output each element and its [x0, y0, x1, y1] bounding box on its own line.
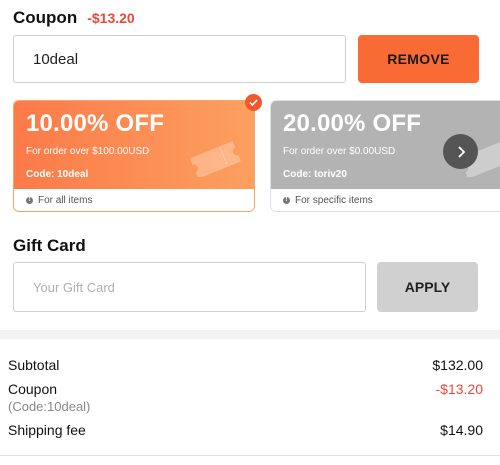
- coupon-card-body: 10.00% OFF For order over $100.00USD Cod…: [14, 101, 254, 189]
- coupon-card-percent: 10.00% OFF: [26, 110, 165, 137]
- coupon-title: Coupon: [13, 8, 78, 27]
- summary-divider: [0, 455, 500, 456]
- coupon-card-footer: ! For specific items: [271, 189, 500, 211]
- coupon-card[interactable]: 10.00% OFF For order over $100.00USD Cod…: [13, 100, 255, 212]
- subtotal-label: Subtotal: [8, 357, 60, 373]
- info-icon: !: [283, 196, 290, 204]
- coupon-header: Coupon -$13.20: [13, 8, 135, 28]
- coupon-summary-code: (Code:10deal): [8, 399, 91, 414]
- coupon-card-condition: For order over $100.00USD: [26, 146, 150, 157]
- coupon-summary-value: -$13.20: [435, 381, 483, 397]
- coupon-code-value: 10deal: [33, 50, 79, 68]
- subtotal-value: $132.00: [432, 357, 483, 373]
- coupon-card-code: Code: toriv20: [283, 169, 347, 180]
- coupon-code-input[interactable]: 10deal: [13, 35, 346, 83]
- ticket-icon: [189, 141, 241, 177]
- chevron-right-icon: [457, 145, 465, 158]
- coupon-summary-label: Coupon: [8, 381, 58, 397]
- coupon-card-scope: For specific items: [295, 194, 373, 206]
- coupon-card-percent: 20.00% OFF: [283, 110, 422, 137]
- apply-gift-card-button[interactable]: APPLY: [377, 262, 478, 312]
- coupon-card-code: Code: 10deal: [26, 169, 89, 180]
- info-icon: !: [26, 196, 33, 204]
- check-icon: [245, 94, 262, 111]
- coupon-card-scope: For all items: [38, 194, 93, 206]
- coupon-card-footer: ! For all items: [14, 189, 254, 211]
- gift-card-title: Gift Card: [13, 236, 86, 255]
- coupon-card-condition: For order over $0.00USD: [283, 146, 396, 157]
- coupon-discount: -$13.20: [87, 10, 135, 26]
- section-divider: [0, 330, 500, 339]
- remove-coupon-button[interactable]: REMOVE: [358, 35, 479, 83]
- shipping-fee-label: Shipping fee: [8, 422, 86, 438]
- gift-card-input[interactable]: [13, 262, 366, 312]
- shipping-fee-value: $14.90: [440, 422, 483, 438]
- carousel-next-button[interactable]: [443, 134, 478, 169]
